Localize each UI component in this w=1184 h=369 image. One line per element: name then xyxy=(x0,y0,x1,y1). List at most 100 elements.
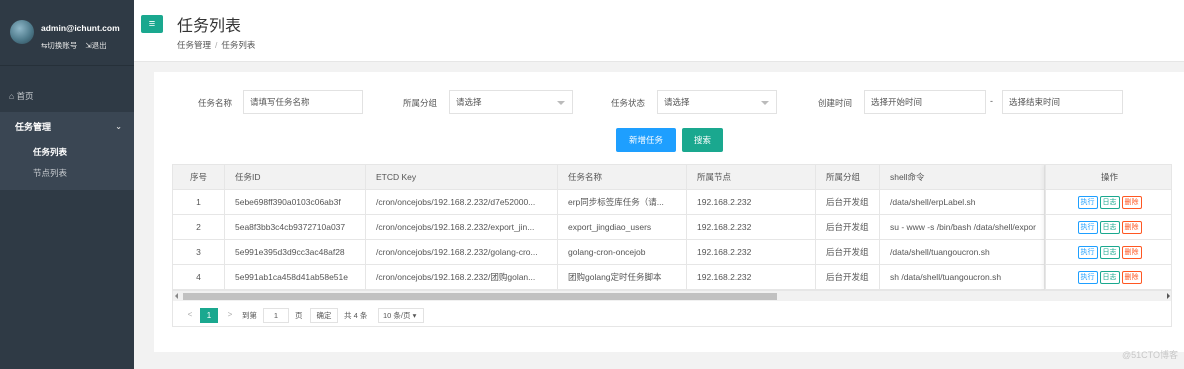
breadcrumb-separator: / xyxy=(215,40,218,50)
col-header-index: 序号 xyxy=(173,165,225,190)
row-actions: 执行 日志 删除 xyxy=(1046,190,1171,215)
log-button[interactable]: 日志 xyxy=(1099,195,1120,209)
run-button[interactable]: 执行 xyxy=(1077,270,1098,284)
cell-shell: /data/shell/erpLabel.sh xyxy=(880,190,1045,215)
horizontal-scrollbar[interactable] xyxy=(173,290,1171,301)
col-header-task-id: 任务ID xyxy=(225,165,366,190)
run-button[interactable]: 执行 xyxy=(1077,220,1098,234)
cell-node: 192.168.2.232 xyxy=(687,190,816,215)
cell-index: 3 xyxy=(173,240,225,265)
cell-shell: sh /data/shell/tuangoucron.sh xyxy=(880,265,1045,290)
delete-button[interactable]: 删除 xyxy=(1121,220,1142,234)
avatar[interactable] xyxy=(10,20,34,44)
breadcrumb-item[interactable]: 任务管理 xyxy=(177,40,211,50)
cell-shell: /data/shell/tuangoucron.sh xyxy=(880,240,1045,265)
page-current[interactable]: 1 xyxy=(200,308,218,323)
cell-etcd-key: /cron/oncejobs/192.168.2.232/golang-cro.… xyxy=(366,240,558,265)
page-size-select[interactable]: 10 条/页 ▾ xyxy=(378,308,424,323)
caret-down-icon xyxy=(761,101,769,105)
group-select[interactable]: 请选择 xyxy=(449,90,573,114)
cell-group: 后台开发组 xyxy=(816,190,880,215)
sidebar-item-task-list[interactable]: 任务列表 xyxy=(0,142,134,163)
log-button[interactable]: 日志 xyxy=(1099,245,1120,259)
sidebar-group-label: 任务管理 xyxy=(15,122,52,132)
col-header-shell: shell命令 xyxy=(880,165,1045,190)
col-header-task-name: 任务名称 xyxy=(558,165,687,190)
chevron-down-icon: ⌄ xyxy=(115,122,122,131)
col-header-node: 所属节点 xyxy=(687,165,816,190)
table-row[interactable]: 3 5e991e395d3d9cc3ac48af28 /cron/oncejob… xyxy=(173,240,1171,265)
page-header: ≡ 任务列表 任务管理 / 任务列表 xyxy=(134,0,1184,62)
table-row[interactable]: 4 5e991ab1ca458d41ab58e51e /cron/oncejob… xyxy=(173,265,1171,290)
row-actions: 执行 日志 删除 xyxy=(1046,240,1171,265)
task-name-input[interactable]: 请填写任务名称 xyxy=(243,90,363,114)
delete-button[interactable]: 删除 xyxy=(1121,195,1142,209)
delete-button[interactable]: 删除 xyxy=(1121,270,1142,284)
user-actions: ⇆切换账号 ⇲退出 xyxy=(41,40,107,51)
range-separator: - xyxy=(990,96,993,106)
user-box: admin@ichunt.com ⇆切换账号 ⇲退出 xyxy=(0,0,134,66)
sidebar-item-home[interactable]: ⌂ 首页 xyxy=(0,84,134,108)
total-count: 共 4 条 xyxy=(344,311,368,320)
logout-link[interactable]: ⇲退出 xyxy=(85,40,106,51)
row-actions: 执行 日志 删除 xyxy=(1046,265,1171,290)
scroll-left-icon[interactable] xyxy=(175,293,178,299)
cell-task-name: erp同步标签库任务（请... xyxy=(558,190,687,215)
cell-node: 192.168.2.232 xyxy=(687,265,816,290)
cell-node: 192.168.2.232 xyxy=(687,215,816,240)
breadcrumb: 任务管理 / 任务列表 xyxy=(177,39,255,51)
delete-button[interactable]: 删除 xyxy=(1121,245,1142,259)
cell-shell: su - www -s /bin/bash /data/shell/expor xyxy=(880,215,1045,240)
start-time-input[interactable]: 选择开始时间 xyxy=(864,90,986,114)
page-unit-label: 页 xyxy=(295,311,303,320)
search-button[interactable]: 搜索 xyxy=(682,128,723,152)
menu-toggle-button[interactable]: ≡ xyxy=(141,15,163,33)
table-row[interactable]: 1 5ebe698ff390a0103c06ab3f /cron/oncejob… xyxy=(173,190,1171,215)
goto-page-input[interactable]: 1 xyxy=(263,308,289,323)
cell-task-id: 5e991ab1ca458d41ab58e51e xyxy=(225,265,366,290)
run-button[interactable]: 执行 xyxy=(1077,245,1098,259)
status-select-value: 请选择 xyxy=(664,97,690,107)
task-name-label: 任务名称 xyxy=(198,98,233,108)
group-label: 所属分组 xyxy=(403,98,438,108)
switch-account-link[interactable]: ⇆切换账号 xyxy=(41,40,77,51)
log-button[interactable]: 日志 xyxy=(1099,270,1120,284)
caret-down-icon xyxy=(557,101,565,105)
col-header-actions: 操作 xyxy=(1046,165,1171,190)
sidebar-group-title[interactable]: 任务管理 ⌄ xyxy=(0,112,134,142)
cell-task-name: 团购golang定时任务脚本 xyxy=(558,265,687,290)
cell-group: 后台开发组 xyxy=(816,265,880,290)
cell-etcd-key: /cron/oncejobs/192.168.2.232/d7e52000... xyxy=(366,190,558,215)
cell-task-id: 5ebe698ff390a0103c06ab3f xyxy=(225,190,366,215)
status-select[interactable]: 请选择 xyxy=(657,90,777,114)
end-time-input[interactable]: 选择结束时间 xyxy=(1002,90,1123,114)
cell-task-name: export_jingdiao_users xyxy=(558,215,687,240)
operations-column: 操作 执行 日志 删除 执行 日志 删除 执行 日志 删除 执行 日志 删除 xyxy=(1045,165,1171,290)
col-header-group: 所属分组 xyxy=(816,165,880,190)
created-time-label: 创建时间 xyxy=(818,98,853,108)
cell-index: 4 xyxy=(173,265,225,290)
watermark: @51CTO博客 xyxy=(1122,350,1178,360)
group-select-value: 请选择 xyxy=(456,97,482,107)
cell-index: 1 xyxy=(173,190,225,215)
log-button[interactable]: 日志 xyxy=(1099,220,1120,234)
cell-etcd-key: /cron/oncejobs/192.168.2.232/团购golan... xyxy=(366,265,558,290)
add-task-button[interactable]: 新增任务 xyxy=(616,128,676,152)
cell-node: 192.168.2.232 xyxy=(687,240,816,265)
cell-group: 后台开发组 xyxy=(816,215,880,240)
next-page-button[interactable]: > xyxy=(221,308,239,323)
scrollbar-thumb[interactable] xyxy=(183,293,777,300)
run-button[interactable]: 执行 xyxy=(1077,195,1098,209)
sidebar-nav: ⌂ 首页 任务管理 ⌄ 任务列表 节点列表 xyxy=(0,84,134,190)
table-header: 序号 任务ID ETCD Key 任务名称 所属节点 所属分组 shell命令 xyxy=(173,165,1171,190)
sidebar-item-node-list[interactable]: 节点列表 xyxy=(0,163,134,184)
cell-group: 后台开发组 xyxy=(816,240,880,265)
table-row[interactable]: 2 5ea8f3bb3c4cb9372710a037 /cron/oncejob… xyxy=(173,215,1171,240)
pagination: < 1 > 到第 1 页 确定 共 4 条 10 条/页 ▾ xyxy=(173,301,1171,326)
scroll-right-icon[interactable] xyxy=(1167,293,1170,299)
page-title: 任务列表 xyxy=(177,18,242,35)
prev-page-button[interactable]: < xyxy=(181,308,199,323)
content-panel: 任务名称 请填写任务名称 所属分组 请选择 任务状态 请选择 创建时间 选择开始… xyxy=(154,72,1184,352)
goto-confirm-button[interactable]: 确定 xyxy=(310,308,338,323)
sidebar-group-task-management: 任务管理 ⌄ 任务列表 节点列表 xyxy=(0,112,134,190)
